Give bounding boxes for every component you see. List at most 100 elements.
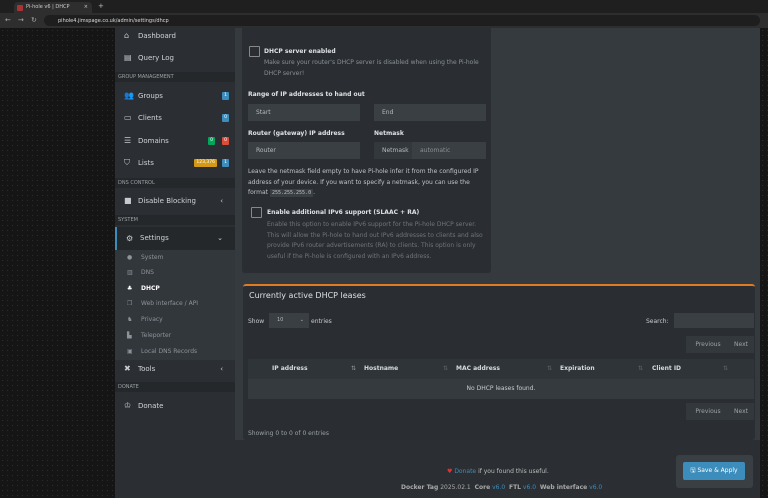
gears-icon: ⚙ bbox=[126, 234, 134, 243]
web-version[interactable]: v6.0 bbox=[589, 484, 602, 491]
sidebar-item-dashboard[interactable]: ⌂ Dashboard bbox=[115, 26, 235, 46]
submenu-web-interface[interactable]: ❐ Web interface / API bbox=[115, 296, 235, 311]
sidebar-item-tools[interactable]: ✖ Tools ‹ bbox=[115, 359, 235, 379]
range-label: Range of IP addresses to hand out bbox=[248, 91, 365, 98]
submenu-local-dns[interactable]: ▣ Local DNS Records bbox=[115, 344, 235, 359]
empty-row: No DHCP leases found. bbox=[248, 379, 754, 399]
address-book-icon: ▣ bbox=[127, 348, 133, 355]
entries-select[interactable]: 10 ⌄ bbox=[269, 313, 309, 328]
browser-tab[interactable]: Pi-hole v6 | DHCP × bbox=[14, 2, 92, 13]
dhcp-enabled-checkbox[interactable] bbox=[249, 46, 260, 57]
donate-link[interactable]: Donate bbox=[454, 468, 476, 475]
close-tab-icon[interactable]: × bbox=[84, 4, 88, 10]
system-header: SYSTEM bbox=[115, 215, 235, 225]
label: Lists bbox=[138, 159, 154, 167]
router-label: Router (gateway) IP address bbox=[248, 130, 345, 137]
page-background-right bbox=[760, 28, 768, 498]
chevron-left-icon: ‹ bbox=[220, 197, 223, 205]
next-button-bottom[interactable]: Next bbox=[730, 403, 754, 420]
core-version[interactable]: v6.0 bbox=[492, 484, 505, 491]
label: Settings bbox=[140, 234, 169, 242]
sort-icon: ⇅ bbox=[547, 365, 553, 372]
reload-icon[interactable]: ↻ bbox=[31, 16, 37, 24]
label: Donate bbox=[138, 402, 164, 410]
docker-label: Docker Tag bbox=[401, 484, 439, 491]
label: Web interface / API bbox=[141, 300, 199, 307]
next-button-top[interactable]: Next bbox=[730, 336, 754, 353]
url-input[interactable]: pihole4.jimspage.co.uk/admin/settings/dh… bbox=[44, 15, 760, 26]
save-apply-button[interactable]: 🖫 Save & Apply bbox=[683, 462, 745, 480]
chevron-down-icon: ⌄ bbox=[217, 234, 223, 242]
clients-badge: 0 bbox=[222, 114, 229, 122]
ftl-label: FTL bbox=[508, 484, 521, 491]
sidebar-item-groups[interactable]: 👥 Groups 1 bbox=[115, 86, 235, 106]
submenu-dns[interactable]: ▥ DNS bbox=[115, 265, 235, 280]
browser-tab-bar: Pi-hole v6 | DHCP × + bbox=[0, 0, 768, 13]
range-end-input[interactable]: End bbox=[374, 104, 486, 121]
sidebar-item-clients[interactable]: ▭ Clients 0 bbox=[115, 108, 235, 128]
main-content: DHCP server enabled Make sure your route… bbox=[235, 28, 760, 498]
netmask-format: 255.255.255.0 bbox=[269, 189, 314, 197]
submenu-dhcp[interactable]: ♣ DHCP bbox=[115, 281, 235, 296]
list-icon: ☰ bbox=[124, 136, 132, 145]
sidebar-item-domains[interactable]: ☰ Domains 0 0 bbox=[115, 131, 235, 151]
tools-icon: ✖ bbox=[124, 364, 131, 373]
docker-version: 2025.02.1 bbox=[440, 484, 471, 491]
sidebar-item-lists[interactable]: ⛉ Lists 123,376 1 bbox=[115, 153, 235, 173]
shield-icon: ⛉ bbox=[124, 158, 130, 167]
forward-icon[interactable]: → bbox=[18, 16, 24, 24]
sidebar-item-disable-blocking[interactable]: ■ Disable Blocking ‹ bbox=[115, 191, 235, 211]
dhcp-settings-card: DHCP server enabled Make sure your route… bbox=[242, 28, 491, 273]
netmask-help: Leave the netmask field empty to have Pi… bbox=[248, 168, 479, 197]
label: Groups bbox=[138, 92, 163, 100]
lists-count-badge: 1 bbox=[222, 159, 229, 167]
entries-label: entries bbox=[311, 318, 332, 325]
book-icon: ▥ bbox=[127, 269, 133, 276]
col-client-id[interactable]: Client ID bbox=[652, 359, 681, 379]
col-expiration[interactable]: Expiration bbox=[560, 359, 595, 379]
page-background bbox=[0, 28, 115, 498]
dns-control-header: DNS CONTROL bbox=[115, 178, 235, 188]
label: Domains bbox=[138, 137, 169, 145]
sort-asc-icon: ⇅ bbox=[351, 365, 357, 372]
save-button-container: 🖫 Save & Apply bbox=[676, 455, 753, 488]
info-icon: ● bbox=[127, 254, 133, 261]
ipv6-checkbox[interactable] bbox=[251, 207, 262, 218]
window-icon: ❐ bbox=[127, 300, 133, 307]
search-input[interactable] bbox=[674, 313, 754, 328]
netmask-input[interactable]: automatic bbox=[412, 142, 486, 159]
ftl-version[interactable]: v6.0 bbox=[523, 484, 536, 491]
sidebar-item-donate[interactable]: ♔ Donate bbox=[115, 396, 235, 416]
heart-icon: ♥ bbox=[447, 468, 453, 475]
col-ip-address[interactable]: IP address bbox=[272, 359, 308, 379]
allowed-badge: 0 bbox=[208, 137, 215, 145]
col-hostname[interactable]: Hostname bbox=[364, 359, 398, 379]
label: Disable Blocking bbox=[138, 197, 196, 205]
previous-button-bottom[interactable]: Previous bbox=[686, 403, 730, 420]
donate-text: if you found this useful. bbox=[478, 468, 549, 475]
range-start-input[interactable]: Start bbox=[248, 104, 360, 121]
label: Local DNS Records bbox=[141, 348, 198, 355]
submenu-privacy[interactable]: ♞ Privacy bbox=[115, 312, 235, 327]
previous-button-top[interactable]: Previous bbox=[686, 336, 730, 353]
label: System bbox=[141, 254, 164, 261]
sidebar: ⌂ Dashboard ▤ Query Log GROUP MANAGEMENT 👥… bbox=[115, 28, 235, 498]
new-tab-icon[interactable]: + bbox=[98, 2, 104, 10]
submenu-system[interactable]: ● System bbox=[115, 250, 235, 265]
donate-icon: ♔ bbox=[124, 401, 132, 410]
submenu-teleporter[interactable]: ▙ Teleporter bbox=[115, 328, 235, 343]
col-mac-address[interactable]: MAC address bbox=[456, 359, 500, 379]
domains-count-badge: 123,376 bbox=[194, 159, 217, 167]
donate-header: DONATE bbox=[115, 382, 235, 392]
entries-value: 10 bbox=[277, 317, 284, 323]
favicon-icon bbox=[17, 5, 23, 11]
label: Dashboard bbox=[138, 32, 176, 40]
denied-badge: 0 bbox=[222, 137, 229, 145]
leases-title: Currently active DHCP leases bbox=[249, 291, 366, 300]
back-icon[interactable]: ← bbox=[5, 16, 11, 24]
router-input[interactable]: Router bbox=[248, 142, 360, 159]
sidebar-item-query-log[interactable]: ▤ Query Log bbox=[115, 48, 235, 68]
ipv6-help: Enable this option to enable IPv6 suppor… bbox=[267, 221, 483, 260]
label: Clients bbox=[138, 114, 162, 122]
sidebar-item-settings[interactable]: ⚙ Settings ⌄ bbox=[115, 227, 235, 250]
